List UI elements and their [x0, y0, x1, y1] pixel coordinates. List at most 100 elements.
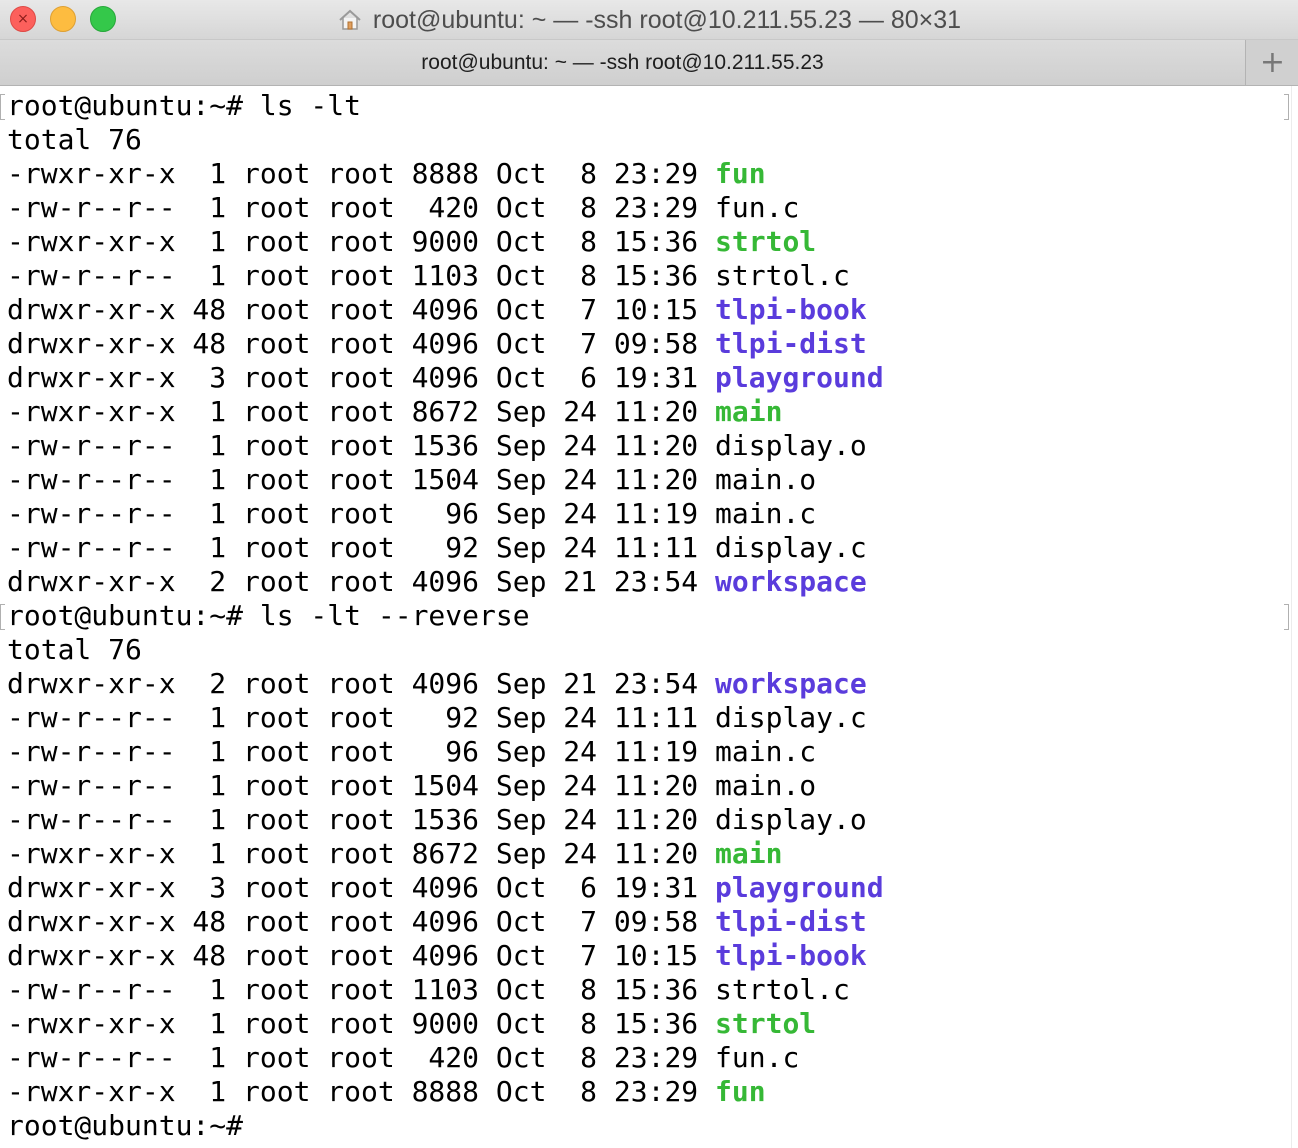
title-wrap: root@ubuntu: ~ — -ssh root@10.211.55.23 … [0, 0, 1298, 40]
directory-name: workspace [715, 565, 867, 598]
output-line: -rw-r--r-- 1 root root 1504 Sep 24 11:20… [7, 463, 884, 497]
line-text: -rw-r--r-- 1 root root 92 Sep 24 11:11 [7, 531, 716, 564]
terminal-content[interactable]: root@ubuntu:~# ls -lt total 76 -rwxr-xr-x … [0, 86, 1298, 1148]
file-name: fun.c [715, 1041, 800, 1074]
file-name: main.c [715, 497, 817, 530]
file-name: main.o [715, 769, 817, 802]
executable-name: fun [715, 157, 766, 190]
new-tab-button[interactable]: + [1247, 40, 1298, 85]
terminal-lines: root@ubuntu:~# ls -lt total 76 -rwxr-xr-x … [7, 89, 884, 1143]
line-text: -rwxr-xr-x 1 root root 8888 Oct 8 23:29 [7, 157, 716, 190]
file-name: strtol.c [715, 259, 850, 292]
line-text: -rwxr-xr-x 1 root root 8672 Sep 24 11:20 [7, 837, 716, 870]
prompt-line: root@ubuntu:~# ls -lt [7, 89, 884, 123]
directory-name: tlpi-dist [715, 905, 867, 938]
output-line: drwxr-xr-x 48 root root 4096 Oct 7 09:58… [7, 327, 884, 361]
file-name: display.c [715, 701, 867, 734]
line-text: -rwxr-xr-x 1 root root 9000 Oct 8 15:36 [7, 225, 716, 258]
file-name: main.o [715, 463, 817, 496]
output-line: drwxr-xr-x 3 root root 4096 Oct 6 19:31 … [7, 871, 884, 905]
tab-label: root@ubuntu: ~ — -ssh root@10.211.55.23 [421, 50, 824, 74]
file-name: strtol.c [715, 973, 850, 1006]
line-text: drwxr-xr-x 3 root root 4096 Oct 6 19:31 [7, 361, 716, 394]
output-line: -rw-r--r-- 1 root root 96 Sep 24 11:19 m… [7, 735, 884, 769]
output-line: -rw-r--r-- 1 root root 96 Sep 24 11:19 m… [7, 497, 884, 531]
line-text: -rw-r--r-- 1 root root 92 Sep 24 11:11 [7, 701, 716, 734]
output-line: -rw-r--r-- 1 root root 1103 Oct 8 15:36 … [7, 259, 884, 293]
prompt-line: root@ubuntu:~# [7, 1109, 884, 1143]
line-text: -rw-r--r-- 1 root root 1103 Oct 8 15:36 [7, 259, 716, 292]
prompt-mark-left [0, 604, 5, 630]
tab-bar: root@ubuntu: ~ — -ssh root@10.211.55.23 … [0, 40, 1298, 86]
line-text: root@ubuntu:~# ls -lt [7, 89, 362, 122]
line-text: root@ubuntu:~# [7, 1109, 260, 1142]
line-text: -rwxr-xr-x 1 root root 9000 Oct 8 15:36 [7, 1007, 716, 1040]
line-text: drwxr-xr-x 2 root root 4096 Sep 21 23:54 [7, 667, 716, 700]
output-line: drwxr-xr-x 48 root root 4096 Oct 7 10:15… [7, 939, 884, 973]
executable-name: main [715, 395, 783, 428]
file-name: display.o [715, 803, 867, 836]
directory-name: tlpi-dist [715, 327, 867, 360]
line-text: -rw-r--r-- 1 root root 1536 Sep 24 11:20 [7, 803, 716, 836]
output-line: -rw-r--r-- 1 root root 420 Oct 8 23:29 f… [7, 191, 884, 225]
prompt-mark-left [0, 94, 5, 120]
output-line: -rw-r--r-- 1 root root 1504 Sep 24 11:20… [7, 769, 884, 803]
line-text: root@ubuntu:~# ls -lt --reverse [7, 599, 530, 632]
tab-ssh-session[interactable]: root@ubuntu: ~ — -ssh root@10.211.55.23 [0, 40, 1246, 85]
line-text: -rw-r--r-- 1 root root 96 Sep 24 11:19 [7, 497, 716, 530]
directory-name: tlpi-book [715, 939, 867, 972]
scrollbar[interactable] [1291, 86, 1298, 1148]
line-text: -rwxr-xr-x 1 root root 8672 Sep 24 11:20 [7, 395, 716, 428]
directory-name: tlpi-book [715, 293, 867, 326]
output-line: drwxr-xr-x 3 root root 4096 Oct 6 19:31 … [7, 361, 884, 395]
output-line: -rwxr-xr-x 1 root root 8672 Sep 24 11:20… [7, 837, 884, 871]
output-line: -rwxr-xr-x 1 root root 9000 Oct 8 15:36 … [7, 225, 884, 259]
executable-name: strtol [715, 1007, 817, 1040]
plus-icon: + [1259, 44, 1286, 80]
line-text: -rw-r--r-- 1 root root 96 Sep 24 11:19 [7, 735, 716, 768]
file-name: main.c [715, 735, 817, 768]
output-line: -rw-r--r-- 1 root root 1536 Sep 24 11:20… [7, 429, 884, 463]
file-name: display.o [715, 429, 867, 462]
line-text: total 76 [7, 633, 142, 666]
line-text: -rw-r--r-- 1 root root 1504 Sep 24 11:20 [7, 769, 716, 802]
line-text: drwxr-xr-x 48 root root 4096 Oct 7 09:58 [7, 327, 716, 360]
prompt-line: root@ubuntu:~# ls -lt --reverse [7, 599, 884, 633]
output-line: -rwxr-xr-x 1 root root 8888 Oct 8 23:29 … [7, 1075, 884, 1109]
line-text: -rw-r--r-- 1 root root 420 Oct 8 23:29 [7, 1041, 716, 1074]
line-text: -rwxr-xr-x 1 root root 8888 Oct 8 23:29 [7, 1075, 716, 1108]
prompt-mark-right [1284, 604, 1289, 630]
output-line: -rw-r--r-- 1 root root 92 Sep 24 11:11 d… [7, 531, 884, 565]
file-name: fun.c [715, 191, 800, 224]
output-line: drwxr-xr-x 48 root root 4096 Oct 7 10:15… [7, 293, 884, 327]
line-text: drwxr-xr-x 2 root root 4096 Sep 21 23:54 [7, 565, 716, 598]
directory-name: playground [715, 361, 884, 394]
output-line: -rw-r--r-- 1 root root 92 Sep 24 11:11 d… [7, 701, 884, 735]
title-bar[interactable]: × root@ubuntu: ~ — -ssh root@10.211.55.2… [0, 0, 1298, 40]
executable-name: fun [715, 1075, 766, 1108]
output-line: -rwxr-xr-x 1 root root 8672 Sep 24 11:20… [7, 395, 884, 429]
prompt-mark-right [1284, 94, 1289, 120]
line-text: drwxr-xr-x 3 root root 4096 Oct 6 19:31 [7, 871, 716, 904]
output-line: total 76 [7, 123, 884, 157]
line-text: total 76 [7, 123, 142, 156]
directory-name: workspace [715, 667, 867, 700]
line-text: -rw-r--r-- 1 root root 1103 Oct 8 15:36 [7, 973, 716, 1006]
line-text: -rw-r--r-- 1 root root 420 Oct 8 23:29 [7, 191, 716, 224]
executable-name: strtol [715, 225, 817, 258]
output-line: -rwxr-xr-x 1 root root 9000 Oct 8 15:36 … [7, 1007, 884, 1041]
output-line: drwxr-xr-x 2 root root 4096 Sep 21 23:54… [7, 667, 884, 701]
output-line: total 76 [7, 633, 884, 667]
output-line: -rw-r--r-- 1 root root 1103 Oct 8 15:36 … [7, 973, 884, 1007]
output-line: drwxr-xr-x 48 root root 4096 Oct 7 09:58… [7, 905, 884, 939]
home-icon [339, 9, 361, 30]
executable-name: main [715, 837, 783, 870]
line-text: drwxr-xr-x 48 root root 4096 Oct 7 10:15 [7, 939, 716, 972]
output-line: -rw-r--r-- 1 root root 420 Oct 8 23:29 f… [7, 1041, 884, 1075]
output-line: -rwxr-xr-x 1 root root 8888 Oct 8 23:29 … [7, 157, 884, 191]
output-line: -rw-r--r-- 1 root root 1536 Sep 24 11:20… [7, 803, 884, 837]
line-text: drwxr-xr-x 48 root root 4096 Oct 7 10:15 [7, 293, 716, 326]
line-text: drwxr-xr-x 48 root root 4096 Oct 7 09:58 [7, 905, 716, 938]
terminal-window: × root@ubuntu: ~ — -ssh root@10.211.55.2… [0, 0, 1298, 1148]
line-text: -rw-r--r-- 1 root root 1536 Sep 24 11:20 [7, 429, 716, 462]
